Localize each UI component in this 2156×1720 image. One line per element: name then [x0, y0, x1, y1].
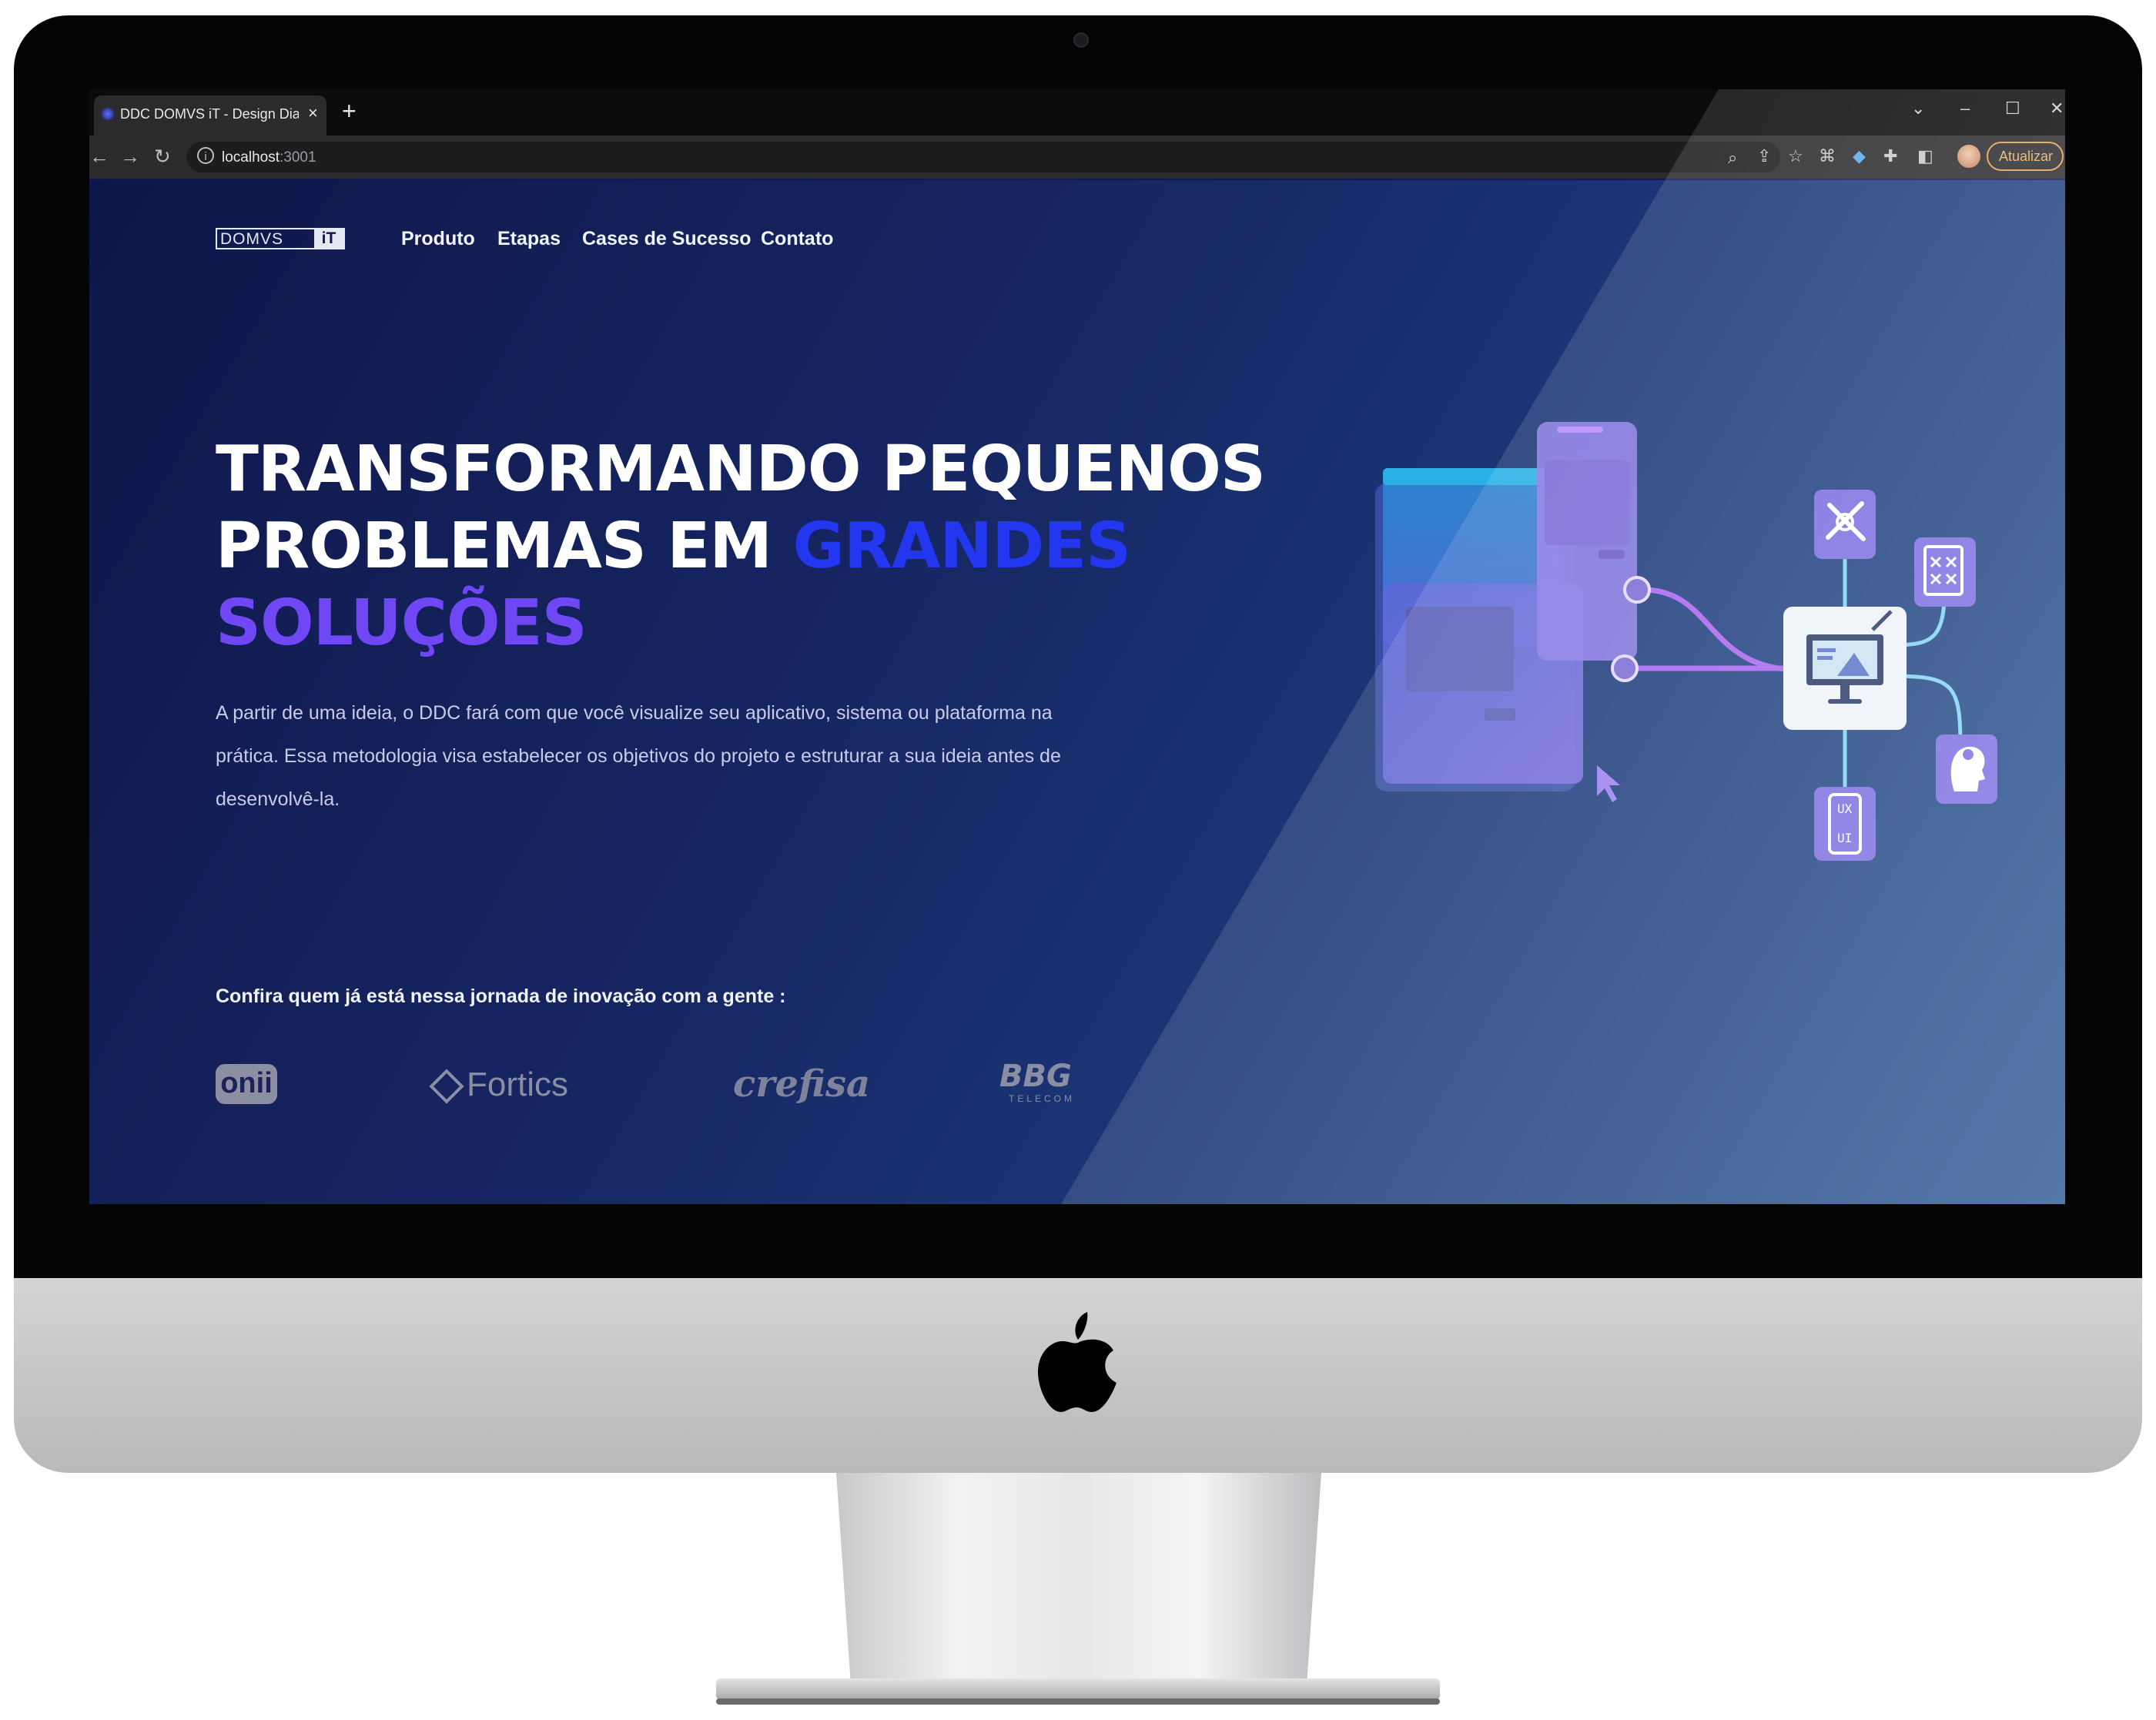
window-card-titlebar: [1383, 468, 1560, 485]
stand-shadow: [716, 1698, 1440, 1705]
design-tools-icon: [1814, 490, 1876, 559]
url-text: localhost:3001: [222, 149, 316, 166]
partner-logo-onii: onii: [216, 1064, 277, 1104]
webcam: [1073, 32, 1089, 48]
tab-favicon-icon: [102, 108, 114, 120]
forward-icon[interactable]: →: [120, 145, 140, 169]
hero-headline: TRANSFORMANDO PEQUENOS PROBLEMAS EM GRAN…: [216, 431, 1294, 662]
landing-page: DOMVS iT Produto Etapas Cases de Sucesso…: [89, 180, 2065, 1204]
browser-tab[interactable]: DDC DOMVS iT - Design Diamond ×: [94, 95, 326, 136]
cursor-icon: [1597, 765, 1620, 802]
nav-contato[interactable]: Contato: [761, 228, 833, 250]
partner-logo-bbg-sub: TELECOM: [1009, 1093, 1076, 1104]
svg-text:UX: UX: [1837, 801, 1853, 816]
phone-notch: [1557, 427, 1603, 433]
partners-heading: Confira quem já está nessa jornada de in…: [216, 985, 786, 1007]
chevron-down-icon[interactable]: ⌄: [1911, 99, 1925, 119]
phone-image: [1545, 460, 1629, 545]
minimize-icon[interactable]: –: [1960, 99, 1970, 119]
browser-window: DDC DOMVS iT - Design Diamond × + ⌄ – ☐ …: [89, 89, 2065, 1204]
extensions-puzzle-icon[interactable]: ✚: [1883, 146, 1897, 166]
node-middle: [1611, 654, 1639, 682]
reload-icon[interactable]: ↻: [154, 145, 171, 169]
profile-avatar[interactable]: [1957, 145, 1980, 168]
phone-button: [1599, 550, 1625, 559]
url-input[interactable]: i localhost:3001 ⌕ ⇪ ☆: [186, 142, 1803, 172]
partner-logo-crefisa: crefisa: [733, 1062, 871, 1106]
extension-b-icon[interactable]: ◆: [1853, 146, 1866, 166]
maximize-icon[interactable]: ☐: [2005, 99, 2020, 119]
tab-title: DDC DOMVS iT - Design Diamond: [120, 106, 299, 122]
side-panel-icon[interactable]: ◧: [1917, 146, 1933, 166]
update-button[interactable]: Atualizar: [1987, 142, 2064, 171]
headline-highlight-blue: GRANDES: [792, 510, 1132, 583]
zoom-icon[interactable]: ⌕: [1728, 148, 1737, 168]
headline-line-2: PROBLEMAS EM GRANDES: [216, 510, 1132, 583]
fortics-mark-icon: [429, 1069, 464, 1105]
hero-intro-text: A partir de uma ideia, o DDC fará com qu…: [216, 702, 1061, 810]
brand-logo[interactable]: DOMVS iT: [216, 228, 345, 249]
window-card-button: [1485, 708, 1515, 721]
monitor-stand: [836, 1473, 1321, 1685]
bookmark-star-icon[interactable]: ☆: [1788, 146, 1803, 166]
partner-logo-bbg: BBG: [999, 1059, 1072, 1094]
new-tab-button[interactable]: +: [342, 99, 357, 123]
site-info-icon[interactable]: i: [197, 147, 214, 164]
headline-line-1: TRANSFORMANDO PEQUENOS: [216, 433, 1266, 506]
hero-illustration: UX UI: [1375, 422, 1997, 861]
tab-bar: DDC DOMVS iT - Design Diamond × + ⌄ – ☐ …: [89, 89, 2065, 136]
address-bar-row: ← → ↻ i localhost:3001 ⌕ ⇪ ☆ ⌘ ◆ ✚ ◧ Atu…: [89, 136, 2065, 179]
brand-name: DOMVS: [220, 230, 284, 248]
tab-close-icon[interactable]: ×: [308, 103, 318, 123]
brand-suffix: iT: [314, 229, 343, 248]
back-icon[interactable]: ←: [89, 145, 109, 169]
nav-cases-de-sucesso[interactable]: Cases de Sucesso: [582, 228, 752, 250]
connector-line-upper: [1644, 587, 1798, 673]
window-card-image: [1406, 607, 1514, 691]
monitor-stand-foot: [716, 1678, 1440, 1700]
headline-highlight-purple: SOLUÇÕES: [216, 587, 588, 660]
svg-text:UI: UI: [1837, 831, 1852, 845]
partner-logo-fortics: Fortics: [429, 1066, 568, 1105]
nav-produto[interactable]: Produto: [401, 228, 475, 250]
ux-ui-phone-icon: [1814, 787, 1876, 861]
extension-a-icon[interactable]: ⌘: [1819, 146, 1836, 166]
node-upper: [1623, 576, 1651, 604]
apple-logo-icon: [1038, 1312, 1116, 1412]
share-icon[interactable]: ⇪: [1757, 146, 1771, 166]
close-icon[interactable]: ✕: [2050, 99, 2064, 119]
nav-etapas[interactable]: Etapas: [497, 228, 561, 250]
